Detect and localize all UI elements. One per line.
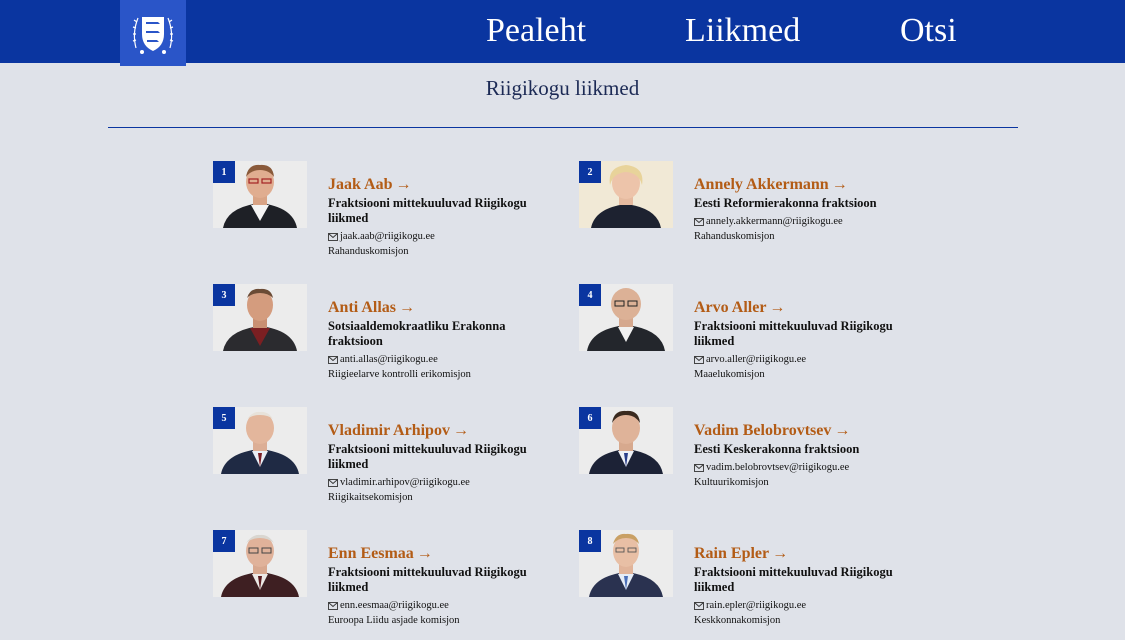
member-number: 8 bbox=[579, 530, 601, 552]
member-committee: Riigieelarve kontrolli erikomisjon bbox=[328, 369, 471, 380]
divider bbox=[108, 127, 1018, 128]
member-photo[interactable]: 5 bbox=[213, 407, 307, 474]
member-photo[interactable]: 8 bbox=[579, 530, 673, 597]
envelope-icon bbox=[694, 217, 704, 226]
arrow-right-icon: → bbox=[399, 299, 416, 316]
member-card: 5 Vladimir Arhipov → Fraktsiooni mittekuu… bbox=[213, 407, 573, 517]
envelope-icon bbox=[328, 232, 338, 241]
member-email-text[interactable]: arvo.aller@riigikogu.ee bbox=[706, 354, 806, 365]
member-card: 6 Vadim Belobrovtsev → Eesti Keskerakonna… bbox=[579, 407, 939, 517]
member-email-text[interactable]: rain.epler@riigikogu.ee bbox=[706, 600, 806, 611]
arrow-right-icon: → bbox=[834, 422, 851, 439]
member-card: 4 Arvo Aller → Fraktsiooni mittekuuluvad … bbox=[579, 284, 939, 394]
envelope-icon bbox=[328, 355, 338, 364]
member-email[interactable]: enn.eesmaa@riigikogu.ee bbox=[328, 600, 568, 611]
envelope-icon bbox=[694, 463, 704, 472]
member-committee: Maaelukomisjon bbox=[694, 369, 765, 380]
arrow-right-icon: → bbox=[831, 176, 848, 193]
member-name-link[interactable]: Vladimir Arhipov → bbox=[328, 421, 469, 441]
member-number: 5 bbox=[213, 407, 235, 429]
estonia-coat-of-arms-icon[interactable] bbox=[120, 0, 186, 66]
envelope-icon bbox=[328, 478, 338, 487]
header-bar: Pealeht Liikmed Otsi bbox=[0, 0, 1125, 66]
member-photo[interactable]: 7 bbox=[213, 530, 307, 597]
member-faction: Fraktsiooni mittekuuluvad Riigikogu liik… bbox=[328, 442, 527, 471]
member-faction: Eesti Reformierakonna fraktsioon bbox=[694, 196, 877, 210]
member-name-link[interactable]: Rain Epler → bbox=[694, 544, 788, 564]
member-photo[interactable]: 6 bbox=[579, 407, 673, 474]
page-title: Riigikogu liikmed bbox=[485, 76, 640, 100]
member-committee: Riigikaitsekomisjon bbox=[328, 492, 413, 503]
member-email[interactable]: annely.akkermann@riigikogu.ee bbox=[694, 216, 934, 227]
envelope-icon bbox=[694, 601, 704, 610]
member-committee: Rahanduskomisjon bbox=[328, 246, 409, 257]
member-committee: Euroopa Liidu asjade komisjon bbox=[328, 615, 460, 626]
member-photo[interactable]: 3 bbox=[213, 284, 307, 351]
member-faction: Fraktsiooni mittekuuluvad Riigikogu liik… bbox=[694, 565, 893, 594]
member-faction: Fraktsiooni mittekuuluvad Riigikogu liik… bbox=[328, 196, 527, 225]
member-email[interactable]: anti.allas@riigikogu.ee bbox=[328, 354, 568, 365]
nav-search-link[interactable]: Otsi bbox=[900, 0, 957, 63]
member-photo[interactable]: 1 bbox=[213, 161, 307, 228]
member-email[interactable]: arvo.aller@riigikogu.ee bbox=[694, 354, 934, 365]
member-photo[interactable]: 2 bbox=[579, 161, 673, 228]
member-email[interactable]: jaak.aab@riigikogu.ee bbox=[328, 231, 568, 242]
arrow-right-icon: → bbox=[772, 545, 789, 562]
member-email[interactable]: rain.epler@riigikogu.ee bbox=[694, 600, 934, 611]
member-faction: Fraktsiooni mittekuuluvad Riigikogu liik… bbox=[328, 565, 527, 594]
member-faction: Sotsiaaldemokraatliku Erakonna fraktsioo… bbox=[328, 319, 506, 348]
member-photo[interactable]: 4 bbox=[579, 284, 673, 351]
member-committee: Keskkonnakomisjon bbox=[694, 615, 781, 626]
nav-members-link[interactable]: Liikmed bbox=[685, 0, 800, 63]
member-name-link[interactable]: Arvo Aller → bbox=[694, 298, 785, 318]
member-email-text[interactable]: enn.eesmaa@riigikogu.ee bbox=[340, 600, 449, 611]
member-card: 3 Anti Allas → Sotsiaaldemokraatliku Erak… bbox=[213, 284, 573, 394]
member-committee: Rahanduskomisjon bbox=[694, 231, 775, 242]
member-card: 1 Jaak Aab → Fraktsiooni mittekuuluvad Ri… bbox=[213, 161, 573, 271]
member-number: 2 bbox=[579, 161, 601, 183]
member-name-link[interactable]: Annely Akkermann → bbox=[694, 175, 848, 195]
member-email-text[interactable]: jaak.aab@riigikogu.ee bbox=[340, 231, 435, 242]
envelope-icon bbox=[694, 355, 704, 364]
member-email-text[interactable]: vladimir.arhipov@riigikogu.ee bbox=[340, 477, 470, 488]
member-number: 4 bbox=[579, 284, 601, 306]
arrow-right-icon: → bbox=[452, 422, 469, 439]
member-card: 2 Annely Akkermann → Eesti Reformierakonn… bbox=[579, 161, 939, 271]
envelope-icon bbox=[328, 601, 338, 610]
member-email[interactable]: vladimir.arhipov@riigikogu.ee bbox=[328, 477, 568, 488]
member-card: 8 Rain Epler → Fraktsiooni mittekuuluvad … bbox=[579, 530, 939, 640]
member-number: 6 bbox=[579, 407, 601, 429]
member-name-link[interactable]: Anti Allas → bbox=[328, 298, 415, 318]
member-name-link[interactable]: Vadim Belobrovtsev → bbox=[694, 421, 850, 441]
member-email-text[interactable]: vadim.belobrovtsev@riigikogu.ee bbox=[706, 462, 849, 473]
member-email-text[interactable]: anti.allas@riigikogu.ee bbox=[340, 354, 438, 365]
member-number: 7 bbox=[213, 530, 235, 552]
member-faction: Eesti Keskerakonna fraktsioon bbox=[694, 442, 860, 456]
member-faction: Fraktsiooni mittekuuluvad Riigikogu liik… bbox=[694, 319, 893, 348]
arrow-right-icon: → bbox=[416, 545, 433, 562]
member-committee: Kultuurikomisjon bbox=[694, 477, 769, 488]
nav-home-link[interactable]: Pealeht bbox=[486, 0, 586, 63]
arrow-right-icon: → bbox=[769, 299, 786, 316]
member-number: 3 bbox=[213, 284, 235, 306]
member-name-link[interactable]: Jaak Aab → bbox=[328, 175, 411, 195]
member-email-text[interactable]: annely.akkermann@riigikogu.ee bbox=[706, 216, 843, 227]
member-number: 1 bbox=[213, 161, 235, 183]
member-email[interactable]: vadim.belobrovtsev@riigikogu.ee bbox=[694, 462, 934, 473]
arrow-right-icon: → bbox=[395, 176, 412, 193]
member-card: 7 Enn Eesmaa → Fraktsiooni mittekuuluvad … bbox=[213, 530, 573, 640]
member-name-link[interactable]: Enn Eesmaa → bbox=[328, 544, 433, 564]
